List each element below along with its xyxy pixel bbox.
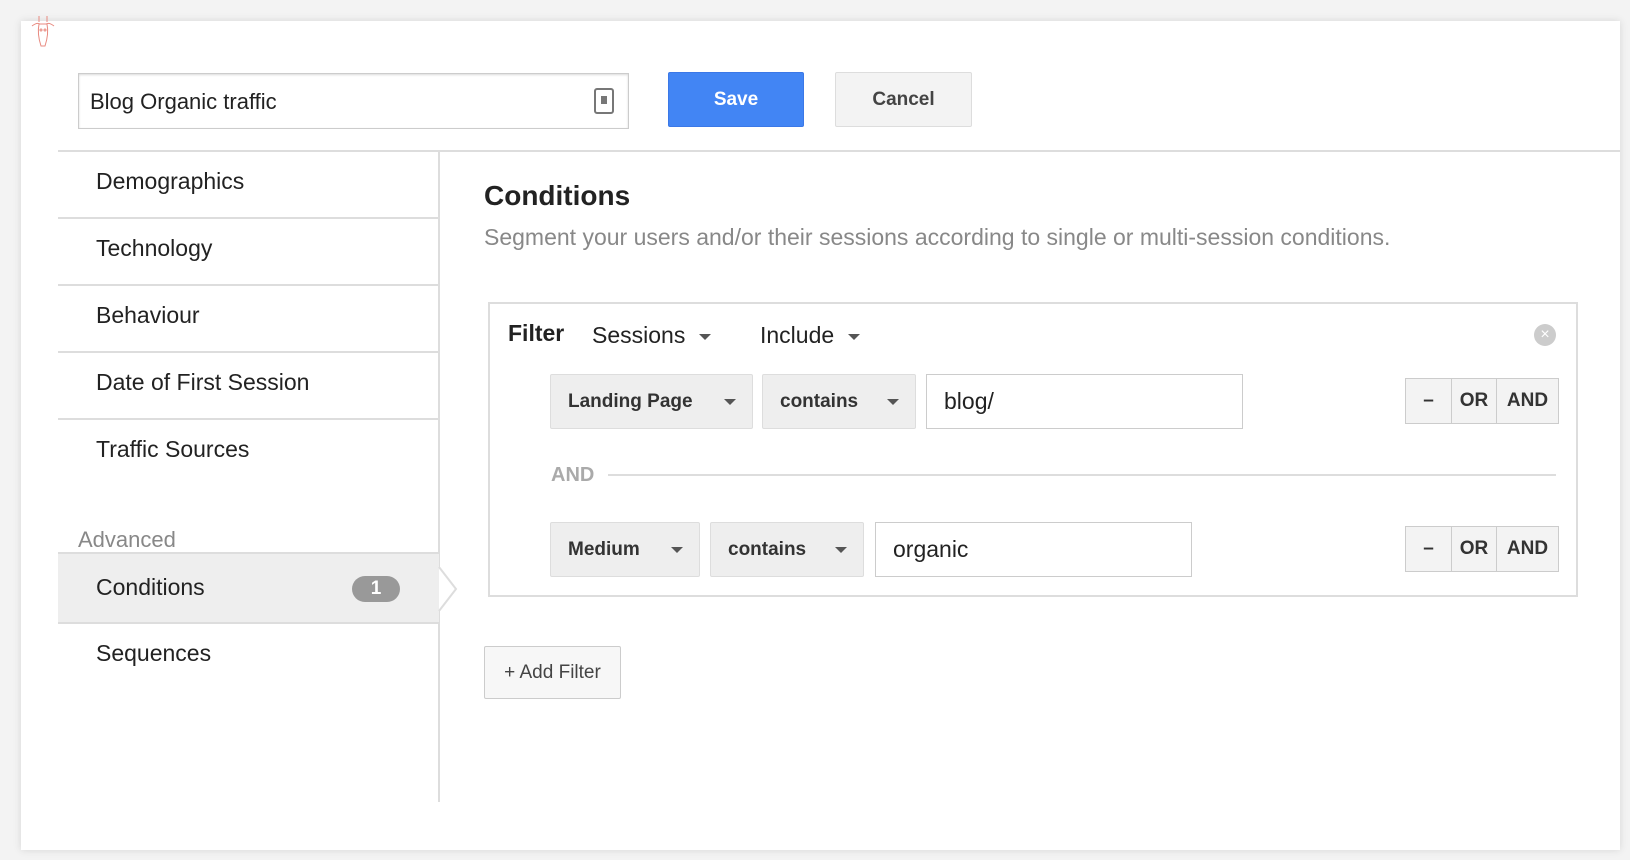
remove-filter-icon[interactable]: ×: [1534, 324, 1556, 346]
operator-dropdown-1[interactable]: contains: [762, 374, 916, 429]
and-joiner-line: [608, 474, 1556, 476]
dimension-dropdown-2[interactable]: Medium: [550, 522, 700, 577]
chevron-down-icon: [835, 546, 847, 553]
chevron-down-icon: [887, 398, 899, 405]
include-dropdown[interactable]: Include: [760, 322, 861, 349]
sidebar-item-conditions[interactable]: Conditions 1: [58, 554, 439, 624]
sidebar-item-sequences[interactable]: Sequences: [58, 624, 439, 691]
segment-name-value: Blog Organic traffic: [90, 89, 277, 114]
cancel-button[interactable]: Cancel: [835, 72, 972, 127]
operator-value: contains: [728, 538, 807, 560]
row-actions-1: – OR AND: [1405, 378, 1559, 424]
operator-dropdown-2[interactable]: contains: [710, 522, 864, 577]
and-button[interactable]: AND: [1497, 527, 1558, 571]
conditions-count-badge: 1: [352, 576, 400, 602]
remove-row-button[interactable]: –: [1406, 379, 1452, 423]
value-input-2[interactable]: organic: [875, 522, 1192, 577]
advanced-section-label: Advanced: [78, 527, 176, 552]
sidebar-item-behaviour[interactable]: Behaviour: [58, 286, 439, 353]
text-field-icon[interactable]: [594, 88, 614, 114]
page-subtitle: Segment your users and/or their sessions…: [484, 224, 1391, 250]
scope-dropdown[interactable]: Sessions: [592, 322, 712, 349]
sidebar-item-date-of-first-session[interactable]: Date of First Session: [58, 353, 439, 420]
sidebar-item-traffic-sources[interactable]: Traffic Sources: [58, 420, 439, 487]
add-filter-button[interactable]: + Add Filter: [484, 646, 621, 699]
filter-label: Filter: [508, 320, 565, 346]
sidebar-item-demographics[interactable]: Demographics: [58, 152, 439, 219]
save-button[interactable]: Save: [668, 72, 804, 127]
dimension-dropdown-1[interactable]: Landing Page: [550, 374, 753, 429]
value-input-1[interactable]: blog/: [926, 374, 1243, 429]
and-joiner-label: AND: [551, 464, 595, 486]
or-button[interactable]: OR: [1452, 527, 1497, 571]
chevron-down-icon: [848, 333, 861, 340]
active-pointer-icon: [438, 567, 458, 611]
dimension-value: Medium: [568, 538, 640, 560]
remove-row-button[interactable]: –: [1406, 527, 1452, 571]
sidebar-item-label: Conditions: [96, 574, 205, 600]
chevron-down-icon: [724, 398, 736, 405]
sidebar-item-technology[interactable]: Technology: [58, 219, 439, 286]
include-value: Include: [760, 322, 835, 348]
page-title: Conditions: [484, 180, 631, 211]
row-actions-2: – OR AND: [1405, 526, 1559, 572]
scope-value: Sessions: [592, 322, 686, 348]
chevron-down-icon: [699, 333, 712, 340]
dimension-value: Landing Page: [568, 390, 693, 412]
or-button[interactable]: OR: [1452, 379, 1497, 423]
segment-name-input[interactable]: Blog Organic traffic: [78, 73, 629, 129]
operator-value: contains: [780, 390, 859, 412]
giraffe-logo-icon: [31, 16, 55, 47]
chevron-down-icon: [671, 546, 683, 553]
and-button[interactable]: AND: [1497, 379, 1558, 423]
